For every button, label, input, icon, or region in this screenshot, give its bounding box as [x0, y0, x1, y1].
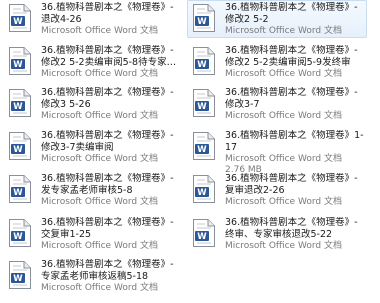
word-document-icon: W: [8, 3, 32, 33]
file-item[interactable]: W 36.植物科普剧本之《物理卷》- 修改3 5-26 Microsoft Offi…: [3, 85, 183, 123]
word-document-icon: W: [8, 260, 32, 290]
file-type: Microsoft Office Word 文档: [41, 69, 158, 79]
file-item[interactable]: W 36.植物科普剧本之《物理卷》-发专家孟老师审核5-8 Microsoft Of…: [3, 171, 183, 209]
word-document-icon: W: [192, 131, 216, 161]
svg-text:W: W: [13, 102, 23, 112]
svg-text:W: W: [197, 188, 207, 198]
file-item[interactable]: W 36.植物科普剧本之《物理卷》-终审、专家审核退改5-22 Microsoft …: [187, 215, 367, 253]
word-document-icon: W: [192, 46, 216, 76]
file-type: Microsoft Office Word 文档: [41, 111, 158, 121]
file-item[interactable]: W 36.植物科普剧本之《物理卷》-专家孟老师审核返稿5-18 Microsoft …: [3, 257, 183, 295]
svg-text:W: W: [13, 17, 23, 27]
file-type: Microsoft Office Word 文档: [41, 283, 158, 293]
file-item[interactable]: W 36.植物科普剧本之《物理卷》1-17 Microsoft Office Wor…: [187, 128, 367, 175]
svg-text:W: W: [13, 232, 23, 242]
file-name: 36.植物科普剧本之《物理卷》-专家孟老师审核返稿5-18: [41, 259, 174, 282]
file-grid: W 36.植物科普剧本之《物理卷》- 退改4-26 Microsoft Office…: [0, 0, 380, 303]
svg-text:W: W: [197, 232, 207, 242]
word-document-icon: W: [8, 131, 32, 161]
file-item[interactable]: W 36.植物科普剧本之《物理卷》-交复审1-25 Microsoft Office…: [3, 215, 183, 253]
file-item[interactable]: W 36.植物科普剧本之《物理卷》- 修改2 5-2 Microsoft Offic…: [187, 0, 367, 38]
word-document-icon: W: [192, 218, 216, 248]
file-type: Microsoft Office Word 文档: [225, 26, 342, 36]
file-name: 36.植物科普剧本之《物理卷》-交复审1-25: [41, 217, 174, 240]
file-item[interactable]: W 36.植物科普剧本之《物理卷》- 修改3-7 Microsoft Office …: [187, 85, 367, 123]
word-document-icon: W: [8, 88, 32, 118]
svg-text:W: W: [13, 188, 23, 198]
file-type: Microsoft Office Word 文档: [225, 69, 342, 79]
file-name: 36.植物科普剧本之《物理卷》-发专家孟老师审核5-8: [41, 173, 174, 196]
file-name: 36.植物科普剧本之《物理卷》1-17: [225, 130, 364, 153]
file-name: 36.植物科普剧本之《物理卷》-终审、专家审核退改5-22: [225, 217, 358, 240]
file-type: Microsoft Office Word 文档: [225, 111, 342, 121]
file-type: Microsoft Office Word 文档: [41, 197, 158, 207]
word-document-icon: W: [8, 174, 32, 204]
svg-text:W: W: [197, 102, 207, 112]
word-document-icon: W: [8, 46, 32, 76]
file-name: 36.植物科普剧本之《物理卷》- 修改3-7卖编审阅: [41, 130, 174, 153]
file-type: Microsoft Office Word 文档: [41, 154, 158, 164]
file-item[interactable]: W 36.植物科普剧本之《物理卷》-复审退改2-26 Microsoft Offic…: [187, 171, 367, 209]
file-name: 36.植物科普剧本之《物理卷》- 修改2 5-2卖编审阅5-9发终审: [225, 45, 358, 68]
file-name: 36.植物科普剧本之《物理卷》- 修改3 5-26: [41, 87, 174, 110]
file-type: Microsoft Office Word 文档: [225, 197, 342, 207]
svg-text:W: W: [13, 145, 23, 155]
file-type: Microsoft Office Word 文档: [225, 154, 342, 164]
svg-text:W: W: [197, 145, 207, 155]
file-name: 36.植物科普剧本之《物理卷》- 退改4-26: [41, 2, 174, 25]
svg-text:W: W: [13, 60, 23, 70]
file-type: Microsoft Office Word 文档: [225, 241, 342, 251]
svg-text:W: W: [197, 17, 207, 27]
file-type: Microsoft Office Word 文档: [41, 241, 158, 251]
word-document-icon: W: [192, 88, 216, 118]
svg-text:W: W: [13, 274, 23, 284]
svg-text:W: W: [197, 60, 207, 70]
word-document-icon: W: [192, 3, 216, 33]
file-name: 36.植物科普剧本之《物理卷》- 修改3-7: [225, 87, 358, 110]
file-item[interactable]: W 36.植物科普剧本之《物理卷》- 修改3-7卖编审阅 Microsoft Off…: [3, 128, 183, 166]
file-name: 36.植物科普剧本之《物理卷》-复审退改2-26: [225, 173, 358, 196]
word-document-icon: W: [192, 174, 216, 204]
file-type: Microsoft Office Word 文档: [41, 26, 158, 36]
file-item[interactable]: W 36.植物科普剧本之《物理卷》- 修改2 5-2卖编审阅5-9发终审 Micro…: [187, 43, 367, 81]
file-item[interactable]: W 36.植物科普剧本之《物理卷》- 退改4-26 Microsoft Office…: [3, 0, 183, 38]
file-name: 36.植物科普剧本之《物理卷》- 修改2 5-2: [225, 2, 358, 25]
file-name: 36.植物科普剧本之《物理卷》- 修改2 5-2卖编审阅5-8待专家意见: [41, 45, 177, 68]
word-document-icon: W: [8, 218, 32, 248]
file-item[interactable]: W 36.植物科普剧本之《物理卷》- 修改2 5-2卖编审阅5-8待专家意见Mic…: [3, 43, 183, 81]
